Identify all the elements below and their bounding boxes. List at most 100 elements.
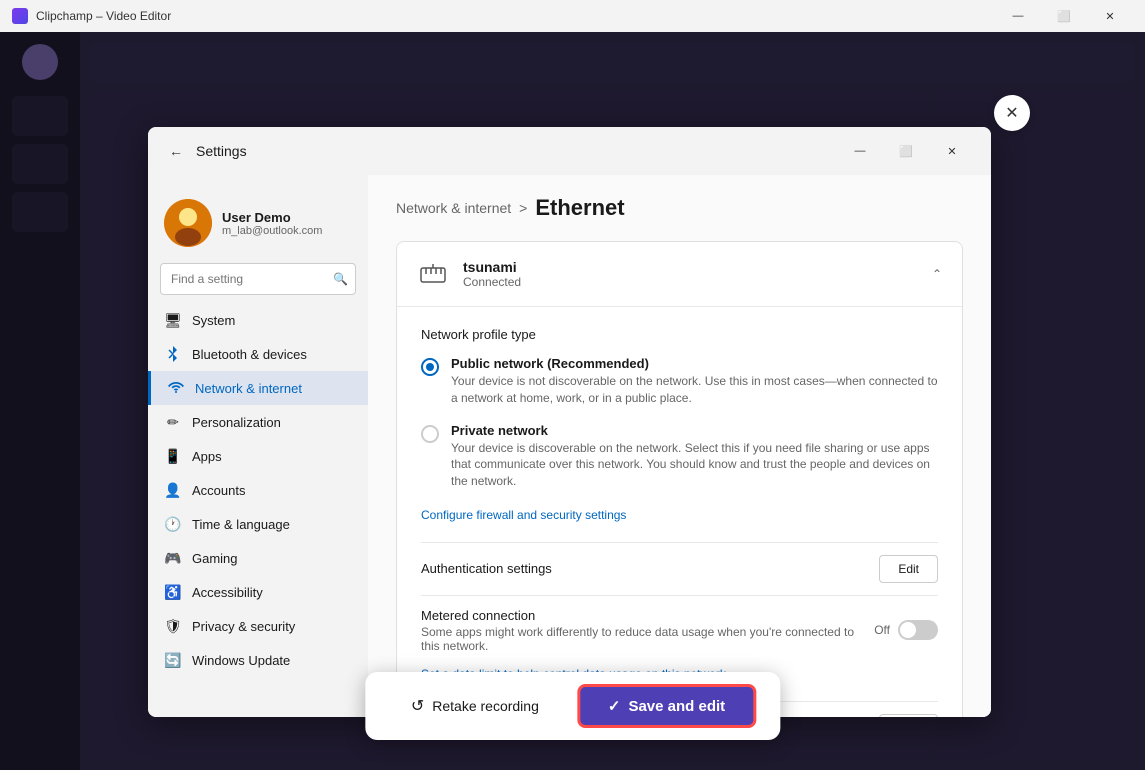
- windows-update-icon: 🔄: [164, 651, 182, 669]
- privacy-icon: 🛡: [164, 617, 182, 635]
- gaming-icon: 🎮: [164, 549, 182, 567]
- sidebar-item-gaming[interactable]: 🎮 Gaming: [148, 541, 368, 575]
- close-window-button[interactable]: ✕: [1087, 0, 1133, 32]
- settings-content: Network & internet > Ethernet: [368, 175, 991, 717]
- accessibility-icon: ♿: [164, 583, 182, 601]
- system-icon: 🖥: [164, 311, 182, 329]
- settings-modal: ← Settings — ⬜ ✕ User Demo m_: [148, 127, 991, 717]
- sidebar-item-time[interactable]: 🕐 Time & language: [148, 507, 368, 541]
- settings-search-box: 🔍: [160, 263, 356, 295]
- public-network-text: Public network (Recommended) Your device…: [451, 356, 938, 407]
- apps-icon: 📱: [164, 447, 182, 465]
- retake-recording-button[interactable]: ↺ Retake recording: [389, 686, 561, 726]
- user-info: User Demo m_lab@outlook.com: [222, 210, 322, 237]
- save-and-edit-button[interactable]: ✓ Save and edit: [577, 684, 756, 728]
- auth-settings-info: Authentication settings: [421, 561, 552, 576]
- ip-edit-button[interactable]: Edit: [879, 714, 938, 717]
- sidebar-item-network[interactable]: Network & internet: [148, 371, 368, 405]
- time-icon: 🕐: [164, 515, 182, 533]
- window-controls: — ⬜ ✕: [995, 0, 1133, 32]
- sidebar-item-label: Network & internet: [195, 381, 302, 396]
- sidebar-item-bluetooth[interactable]: Bluetooth & devices: [148, 337, 368, 371]
- sidebar-item-label: Privacy & security: [192, 619, 295, 634]
- user-name: User Demo: [222, 210, 322, 225]
- sidebar-item-label: Accessibility: [192, 585, 263, 600]
- network-profile-section-label: Network profile type: [421, 327, 938, 342]
- breadcrumb-current: Ethernet: [535, 195, 624, 221]
- save-label: Save and edit: [628, 698, 725, 715]
- breadcrumb: Network & internet > Ethernet: [396, 195, 963, 221]
- maximize-button[interactable]: ⬜: [1041, 0, 1087, 32]
- ethernet-icon: [417, 258, 449, 290]
- public-network-option[interactable]: Public network (Recommended) Your device…: [421, 356, 938, 407]
- public-network-desc: Your device is not discoverable on the n…: [451, 373, 938, 407]
- app-title: Clipchamp – Video Editor: [36, 9, 995, 23]
- metered-toggle-label: Off: [874, 623, 890, 637]
- user-avatar: [164, 199, 212, 247]
- cc-sidebar-item: [12, 192, 68, 232]
- settings-back-button[interactable]: ←: [164, 139, 188, 163]
- breadcrumb-parent[interactable]: Network & internet: [396, 200, 511, 216]
- public-network-radio[interactable]: [421, 358, 439, 376]
- minimize-button[interactable]: —: [995, 0, 1041, 32]
- app-icon: [12, 8, 28, 24]
- action-bar: ↺ Retake recording ✓ Save and edit: [365, 672, 780, 740]
- public-network-label: Public network (Recommended): [451, 356, 938, 371]
- sidebar-item-accounts[interactable]: 👤 Accounts: [148, 473, 368, 507]
- auth-settings-label: Authentication settings: [421, 561, 552, 576]
- ethernet-info: tsunami Connected: [463, 259, 521, 289]
- auth-edit-button[interactable]: Edit: [879, 555, 938, 583]
- user-email: m_lab@outlook.com: [222, 225, 322, 237]
- settings-minimize-button[interactable]: —: [837, 135, 883, 167]
- settings-close-button[interactable]: ✕: [929, 135, 975, 167]
- settings-window-controls: — ⬜ ✕: [837, 135, 975, 167]
- metered-desc: Some apps might work differently to redu…: [421, 625, 874, 653]
- sidebar-item-privacy[interactable]: 🛡 Privacy & security: [148, 609, 368, 643]
- private-network-label: Private network: [451, 423, 938, 438]
- sidebar-item-system[interactable]: 🖥 System: [148, 303, 368, 337]
- user-profile: User Demo m_lab@outlook.com: [148, 187, 368, 263]
- personalization-icon: ✏: [164, 413, 182, 431]
- accounts-icon: 👤: [164, 481, 182, 499]
- settings-maximize-button[interactable]: ⬜: [883, 135, 929, 167]
- metered-toggle[interactable]: [898, 620, 938, 640]
- sidebar-item-apps[interactable]: 📱 Apps: [148, 439, 368, 473]
- retake-label: Retake recording: [432, 698, 539, 714]
- cc-topbar: [90, 42, 1135, 82]
- cc-sidebar: [0, 32, 80, 770]
- ethernet-body: Network profile type Public network (Rec…: [397, 306, 962, 717]
- sidebar-item-label: Accounts: [192, 483, 245, 498]
- private-network-radio[interactable]: [421, 425, 439, 443]
- radio-inner-dot: [426, 363, 434, 371]
- search-icon: 🔍: [333, 272, 348, 286]
- sidebar-item-label: Time & language: [192, 517, 290, 532]
- modal-close-button[interactable]: ✕: [994, 95, 1030, 131]
- ethernet-header[interactable]: tsunami Connected ⌃: [397, 242, 962, 306]
- metered-toggle-wrap: Off: [874, 620, 938, 640]
- sidebar-item-accessibility[interactable]: ♿ Accessibility: [148, 575, 368, 609]
- private-network-desc: Your device is discoverable on the netwo…: [451, 440, 938, 490]
- toggle-thumb: [900, 622, 916, 638]
- settings-title: Settings: [196, 143, 247, 159]
- sidebar-item-label: Bluetooth & devices: [192, 347, 307, 362]
- ethernet-section: tsunami Connected ⌃ Network profile type: [396, 241, 963, 717]
- private-network-option[interactable]: Private network Your device is discovera…: [421, 423, 938, 490]
- configure-firewall-link[interactable]: Configure firewall and security settings: [421, 508, 626, 522]
- metered-connection-row: Metered connection Some apps might work …: [421, 595, 938, 665]
- titlebar: Clipchamp – Video Editor — ⬜ ✕: [0, 0, 1145, 32]
- bluetooth-icon: [164, 345, 182, 363]
- ethernet-status: Connected: [463, 275, 521, 289]
- settings-search-input[interactable]: [160, 263, 356, 295]
- cc-sidebar-item: [12, 144, 68, 184]
- cc-user-avatar: [22, 44, 58, 80]
- network-icon: [167, 379, 185, 397]
- auth-settings-row: Authentication settings Edit: [421, 542, 938, 595]
- chevron-up-icon: ⌃: [932, 267, 942, 281]
- cc-sidebar-item: [12, 96, 68, 136]
- breadcrumb-separator: >: [519, 200, 527, 216]
- sidebar-item-windows-update[interactable]: 🔄 Windows Update: [148, 643, 368, 677]
- sidebar-item-label: Windows Update: [192, 653, 290, 668]
- sidebar-item-personalization[interactable]: ✏ Personalization: [148, 405, 368, 439]
- settings-body: User Demo m_lab@outlook.com 🔍 🖥 System B…: [148, 175, 991, 717]
- sidebar-item-label: Personalization: [192, 415, 281, 430]
